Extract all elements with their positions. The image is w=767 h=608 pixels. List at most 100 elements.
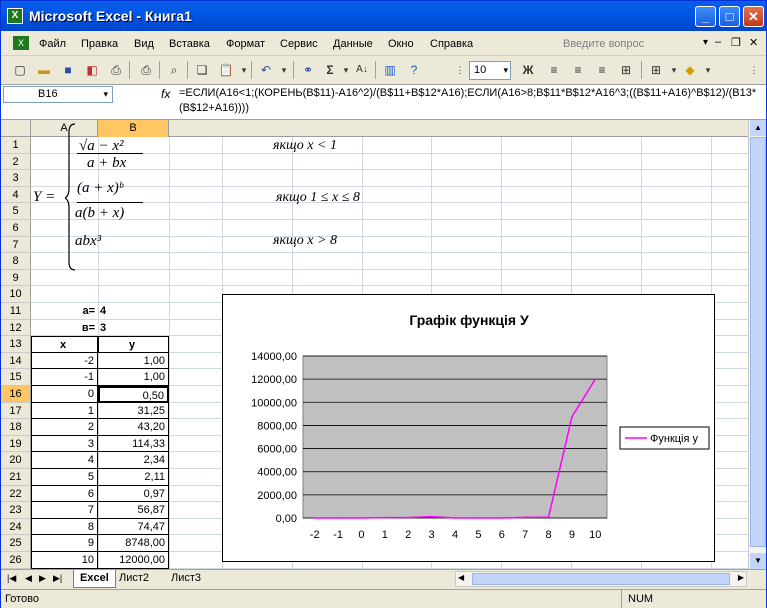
y-value-cell[interactable]: 1,00 (98, 369, 169, 386)
row-header[interactable]: 24 (1, 518, 31, 536)
vertical-scrollbar[interactable]: ▲ ▼ (748, 120, 766, 569)
y-value-cell[interactable]: 114,33 (98, 435, 169, 453)
scroll-thumb[interactable] (750, 137, 766, 547)
row-header[interactable]: 10 (1, 286, 31, 303)
row-header[interactable]: 15 (1, 369, 31, 386)
menu-insert[interactable]: Вставка (169, 38, 210, 50)
minimize-button[interactable]: _ (695, 6, 716, 27)
y-value-cell[interactable]: 31,25 (98, 402, 169, 420)
row-header[interactable]: 7 (1, 236, 31, 254)
row-header[interactable]: 18 (1, 419, 31, 436)
sort-ascending-icon[interactable]: A↓ (353, 61, 371, 79)
select-all-corner[interactable] (1, 120, 31, 137)
menu-view[interactable]: Вид (134, 38, 154, 50)
toolbar-options-icon[interactable]: ⋮ (745, 61, 763, 79)
sheet-tab-list2[interactable]: Лист2 (119, 572, 149, 584)
print-preview-icon[interactable]: ⎙ (107, 61, 125, 79)
x-value-cell[interactable]: 10 (31, 552, 98, 569)
b-label-cell[interactable]: в= (31, 320, 98, 337)
borders-icon[interactable]: ⊞ (647, 61, 665, 79)
x-header-cell[interactable]: x (31, 336, 98, 353)
new-icon[interactable]: ▢ (11, 61, 29, 79)
x-value-cell[interactable]: 2 (31, 419, 98, 436)
merge-center-icon[interactable]: ⊞ (617, 61, 635, 79)
first-sheet-arrow[interactable]: |◀ (7, 573, 16, 584)
help-icon[interactable]: ? (405, 61, 423, 79)
a-value-cell[interactable]: 4 (98, 303, 169, 320)
selected-cell-b16[interactable]: 0,50 (98, 386, 169, 403)
print-icon[interactable]: ⎙ (137, 61, 155, 79)
menu-format[interactable]: Формат (226, 38, 265, 50)
menu-file[interactable]: Файл (39, 38, 66, 50)
row-header[interactable]: 23 (1, 502, 31, 519)
last-sheet-arrow[interactable]: ▶| (53, 573, 62, 584)
fill-color-icon[interactable]: ◆ (681, 61, 699, 79)
row-header[interactable]: 20 (1, 452, 31, 469)
b-value-cell[interactable]: 3 (98, 320, 169, 337)
a-label-cell[interactable]: a= (31, 303, 98, 320)
paste-icon[interactable]: 📋 (217, 61, 235, 79)
x-value-cell[interactable]: -2 (31, 352, 98, 370)
row-header[interactable]: 25 (1, 535, 31, 552)
scroll-down-arrow[interactable]: ▼ (750, 553, 766, 569)
doc-restore-icon[interactable]: ❐ (731, 36, 741, 49)
y-value-cell[interactable]: 2,11 (98, 469, 169, 486)
y-value-cell[interactable]: 43,20 (98, 419, 169, 436)
font-size-dropdown-icon[interactable]: ▾ (503, 62, 508, 79)
h-scroll-thumb[interactable] (472, 573, 730, 585)
doc-icon[interactable]: X (13, 36, 29, 50)
y-value-cell[interactable]: 12000,00 (98, 552, 169, 569)
menu-data[interactable]: Данные (333, 38, 373, 50)
x-value-cell[interactable]: 7 (31, 502, 98, 519)
row-header[interactable]: 22 (1, 485, 31, 503)
y-value-cell[interactable]: 1,00 (98, 352, 169, 370)
y-value-cell[interactable]: 8748,00 (98, 535, 169, 552)
formula-input[interactable]: =ЕСЛИ(A16<1;(КОРЕНЬ(B$11)-A16^2)/(B$11+B… (179, 86, 764, 116)
chart-wizard-icon[interactable]: ▥ (381, 61, 399, 79)
menu-tools[interactable]: Сервис (280, 38, 318, 50)
row-header[interactable]: 16 (1, 386, 31, 403)
row-header[interactable]: 5 (1, 203, 31, 220)
toolbar-options-icon[interactable]: ⋮ (451, 61, 469, 79)
scroll-up-arrow[interactable]: ▲ (750, 120, 766, 136)
row-header[interactable]: 9 (1, 269, 31, 287)
x-value-cell[interactable]: 5 (31, 469, 98, 486)
permission-icon[interactable]: ◧ (83, 61, 101, 79)
y-value-cell[interactable]: 0,97 (98, 485, 169, 503)
x-value-cell[interactable]: -1 (31, 369, 98, 386)
align-left-icon[interactable]: ≡ (545, 61, 563, 79)
name-box[interactable]: B16 ▾ (3, 86, 113, 103)
row-header[interactable]: 21 (1, 469, 31, 486)
row-header[interactable]: 4 (1, 186, 31, 204)
ask-dropdown-icon[interactable]: ▾ (703, 37, 708, 48)
scroll-right-arrow[interactable]: ▶ (738, 573, 744, 582)
copy-icon[interactable]: ❏ (193, 61, 211, 79)
row-header[interactable]: 12 (1, 319, 31, 337)
align-center-icon[interactable]: ≡ (569, 61, 587, 79)
x-value-cell[interactable]: 0 (31, 386, 98, 403)
x-value-cell[interactable]: 1 (31, 402, 98, 420)
maximize-button[interactable]: □ (719, 6, 740, 27)
prev-sheet-arrow[interactable]: ◀ (25, 573, 32, 584)
row-header[interactable]: 8 (1, 253, 31, 270)
save-icon[interactable]: ■ (59, 61, 77, 79)
x-value-cell[interactable]: 9 (31, 535, 98, 552)
row-header[interactable]: 26 (1, 552, 31, 569)
doc-minimize-icon[interactable]: – (715, 36, 721, 48)
chart-object[interactable]: Графік функція У 0,00 2000,00 4000,00 6000,0… (222, 294, 715, 562)
y-header-cell[interactable]: y (98, 336, 169, 353)
x-value-cell[interactable]: 6 (31, 485, 98, 503)
research-icon[interactable]: ⌕ (165, 61, 183, 79)
sheet-tab-excel[interactable]: Excel (73, 570, 116, 588)
row-header[interactable]: 3 (1, 170, 31, 187)
column-header-b[interactable]: B (98, 120, 169, 137)
ask-question-box[interactable]: Введите вопрос (563, 38, 644, 50)
name-box-dropdown-icon[interactable]: ▾ (103, 87, 108, 102)
hyperlink-icon[interactable]: ⚭ (299, 61, 317, 79)
horizontal-scrollbar[interactable]: ◀ ▶ (455, 571, 747, 587)
row-header[interactable]: 2 (1, 153, 31, 171)
fill-color-dropdown-icon[interactable]: ▾ (699, 61, 717, 79)
row-header[interactable]: 14 (1, 352, 31, 370)
x-value-cell[interactable]: 4 (31, 452, 98, 469)
x-value-cell[interactable]: 8 (31, 518, 98, 536)
